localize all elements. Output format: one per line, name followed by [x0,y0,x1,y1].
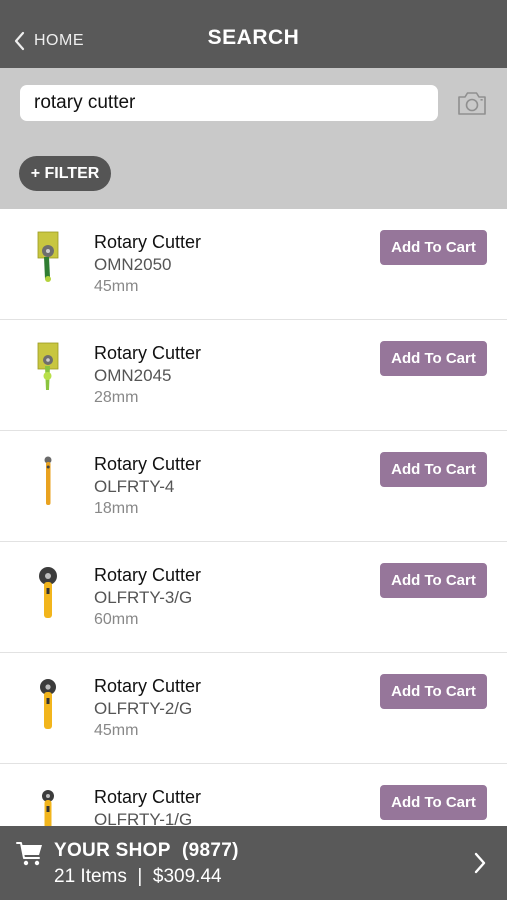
add-to-cart-button[interactable]: Add To Cart [380,452,487,487]
list-item[interactable]: Rotary Cutter OMN2045 28mm Add To Cart [0,320,507,431]
search-panel: + FILTER [0,68,507,209]
add-to-cart-button[interactable]: Add To Cart [380,563,487,598]
search-input[interactable] [20,85,438,121]
product-size: 45mm [94,722,139,739]
list-item[interactable]: Rotary Cutter OLFRTY-1/G Add To Cart [0,764,507,826]
list-item[interactable]: Rotary Cutter OLFRTY-2/G 45mm Add To Car… [0,653,507,764]
add-to-cart-button[interactable]: Add To Cart [380,785,487,820]
product-sku: OMN2045 [94,366,172,385]
product-sku: OMN2050 [94,255,172,274]
filter-button[interactable]: + FILTER [19,156,111,191]
shop-title: YOUR SHOP (9877) [54,840,239,862]
product-sku: OLFRTY-4 [94,477,175,496]
green-cutter-package-icon [37,231,59,282]
list-item[interactable]: Rotary Cutter OMN2050 45mm Add To Cart [0,209,507,320]
cart-summary: 21 Items | $309.44 [54,866,222,887]
list-item[interactable]: Rotary Cutter OLFRTY-3/G 60mm Add To Car… [0,542,507,653]
results-list: Rotary Cutter OMN2050 45mm Add To Cart R… [0,209,507,826]
product-name: Rotary Cutter [94,676,202,696]
chevron-right-icon[interactable] [470,850,490,876]
yellow-cutter-icon [39,567,57,618]
shopping-cart-icon [16,842,42,866]
list-item[interactable]: Rotary Cutter OLFRTY-4 18mm Add To Cart [0,431,507,542]
add-to-cart-button[interactable]: Add To Cart [380,341,487,376]
shop-number: (9877) [181,840,239,861]
product-sku: OLFRTY-1/G [94,810,193,826]
slim-yellow-cutter-icon [44,456,52,505]
green-cutter-package-icon [37,342,59,390]
top-nav-bar: HOME SEARCH [0,0,507,68]
product-name: Rotary Cutter [94,232,202,252]
product-name: Rotary Cutter [94,565,202,585]
camera-icon[interactable] [456,89,488,117]
product-name: Rotary Cutter [94,343,202,363]
product-sku: OLFRTY-2/G [94,699,193,718]
yellow-cutter-icon [40,679,56,729]
product-size: 28mm [94,389,139,406]
add-to-cart-button[interactable]: Add To Cart [380,230,487,265]
product-sku: OLFRTY-3/G [94,588,193,607]
shop-cart-bar[interactable]: YOUR SHOP (9877) 21 Items | $309.44 [0,826,507,900]
product-size: 60mm [94,611,139,628]
shop-label: YOUR SHOP [54,840,171,861]
product-name: Rotary Cutter [94,787,202,807]
add-to-cart-button[interactable]: Add To Cart [380,674,487,709]
page-title: SEARCH [207,26,300,49]
product-size: 18mm [94,500,139,517]
yellow-cutter-icon [42,790,54,826]
product-size: 45mm [94,278,139,295]
product-name: Rotary Cutter [94,454,202,474]
